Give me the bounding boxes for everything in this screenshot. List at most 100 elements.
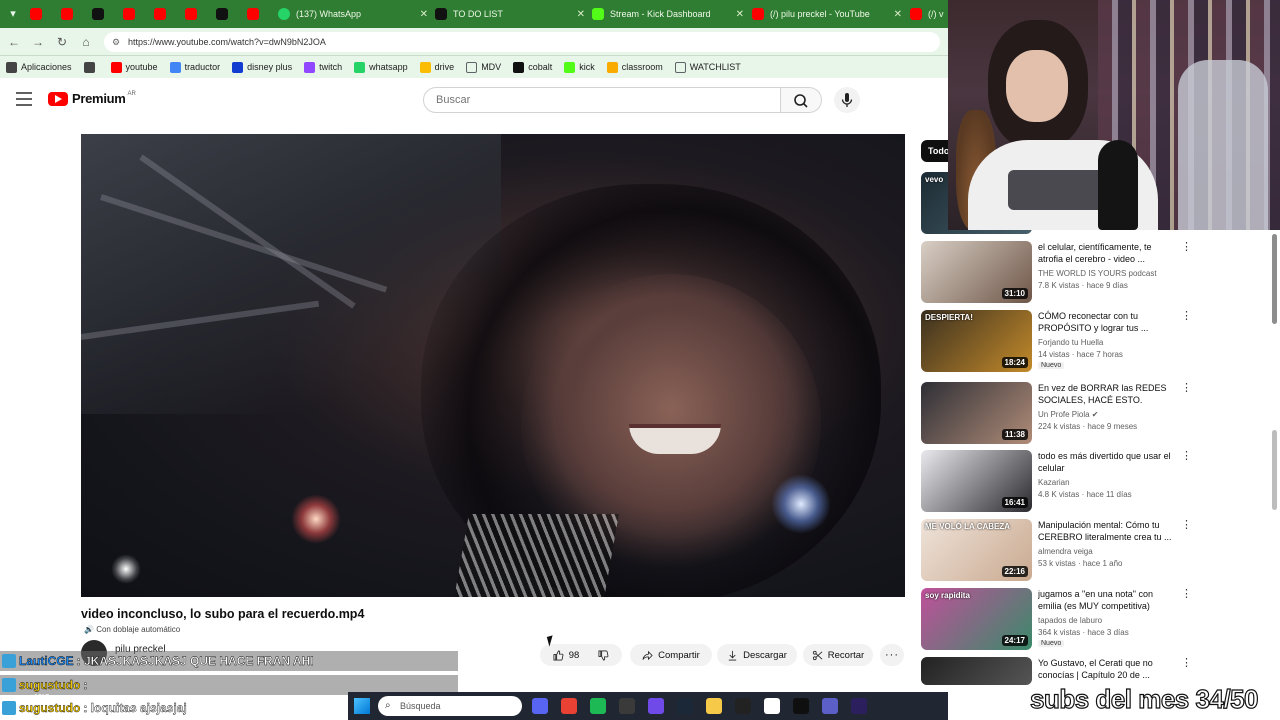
recommended-video[interactable]: ME VOLÓ LA CABEZA 22:16 Manipulación menta… [921, 519, 1192, 581]
youtube-premium-logo[interactable]: Premium AR [48, 91, 136, 106]
more-actions-button[interactable]: ··· [880, 644, 904, 666]
recommended-video[interactable]: soy rapidita 24:17 jugamos a "en una nota"… [921, 588, 1192, 650]
site-info-icon[interactable]: ⚙ [112, 32, 120, 52]
browser-tab[interactable] [92, 4, 120, 24]
bookmark-item[interactable]: Aplicaciones [6, 61, 72, 73]
recommended-title[interactable]: Manipulación mental: Cómo tu CEREBRO lit… [1038, 519, 1178, 543]
page-scrollbar[interactable] [1272, 234, 1277, 324]
recommended-title[interactable]: En vez de BORRAR las REDES SOCIALES, HAC… [1038, 382, 1178, 406]
more-vertical-icon[interactable]: ⋮ [1181, 588, 1192, 600]
browser-tab[interactable]: Stream - Kick Dashboard ✕ [592, 4, 744, 24]
bookmark-item[interactable] [83, 61, 99, 73]
dislike-button[interactable] [598, 650, 609, 661]
more-vertical-icon[interactable]: ⋮ [1181, 519, 1192, 531]
recommended-title[interactable]: Yo Gustavo, el Cerati que no conocías | … [1038, 657, 1178, 681]
app-icon[interactable] [735, 698, 751, 714]
recommended-title[interactable]: el celular, científicamente, te atrofia … [1038, 241, 1178, 265]
recommended-title[interactable]: jugamos a "en una nota" con emilia (es M… [1038, 588, 1178, 612]
browser-tab[interactable] [185, 4, 213, 24]
bookmark-item[interactable]: WATCHLIST [674, 61, 741, 73]
video-thumbnail[interactable]: soy rapidita 24:17 [921, 588, 1032, 650]
reload-icon[interactable]: ↻ [54, 34, 70, 50]
video-thumbnail[interactable]: 11:38 [921, 382, 1032, 444]
url-field[interactable]: ⚙ https://www.youtube.com/watch?v=dwN9bN… [104, 32, 940, 52]
browser-tab[interactable] [123, 4, 151, 24]
recommended-channel[interactable]: tapados de laburo [1038, 616, 1102, 625]
recommended-channel[interactable]: almendra veiga [1038, 547, 1093, 556]
close-tab-icon[interactable]: ✕ [894, 9, 902, 20]
recommended-channel[interactable]: Kazarian [1038, 478, 1070, 487]
bookmark-item[interactable]: whatsapp [354, 61, 408, 73]
video-thumbnail[interactable]: ME VOLÓ LA CABEZA 22:16 [921, 519, 1032, 581]
back-icon[interactable]: ← [6, 34, 22, 50]
recommended-video[interactable]: 16:41 todo es más divertido que usar el c… [921, 450, 1192, 512]
like-button[interactable]: 98 [553, 650, 579, 661]
streamlabs-icon[interactable] [648, 698, 664, 714]
browser-tab[interactable] [30, 4, 58, 24]
video-thumbnail[interactable] [921, 657, 1032, 685]
search-button[interactable] [781, 87, 822, 113]
recommended-video[interactable]: DESPIERTA! 18:24 CÓMO reconectar con tu PR… [921, 310, 1192, 372]
video-thumbnail[interactable]: 16:41 [921, 450, 1032, 512]
weather-widget[interactable]: 12°C [0, 692, 120, 720]
spotify-icon[interactable] [590, 698, 606, 714]
file-explorer-icon[interactable] [706, 698, 722, 714]
chrome-icon[interactable] [561, 698, 577, 714]
more-vertical-icon[interactable]: ⋮ [1181, 241, 1192, 253]
discord-icon[interactable] [532, 698, 548, 714]
recommended-channel[interactable]: Forjando tu Huella [1038, 338, 1103, 347]
more-vertical-icon[interactable]: ⋮ [1181, 450, 1192, 462]
bookmark-item[interactable]: kick [564, 61, 595, 73]
share-button[interactable]: Compartir [630, 644, 712, 666]
recommended-channel[interactable]: Un Profe Piola ✔ [1038, 410, 1099, 419]
taskbar-search[interactable]: ⌕ Búsqueda [378, 696, 522, 716]
more-vertical-icon[interactable]: ⋮ [1181, 657, 1192, 669]
browser-tab[interactable]: (/) v [910, 4, 948, 24]
browser-tab[interactable] [154, 4, 182, 24]
premiere-icon[interactable] [851, 698, 867, 714]
browser-tab[interactable] [61, 4, 89, 24]
recommended-channel[interactable]: THE WORLD IS YOURS podcast [1038, 269, 1157, 278]
bookmark-item[interactable]: traductor [169, 61, 220, 73]
home-icon[interactable]: ⌂ [78, 34, 94, 50]
recommended-video[interactable]: 31:10 el celular, científicamente, te atr… [921, 241, 1192, 303]
clip-button[interactable]: Recortar [803, 644, 873, 666]
forward-icon[interactable]: → [30, 34, 46, 50]
voice-search-button[interactable] [834, 87, 860, 113]
recommended-title[interactable]: todo es más divertido que usar el celula… [1038, 450, 1178, 474]
close-tab-icon[interactable]: ✕ [736, 9, 744, 20]
close-tab-icon[interactable]: ✕ [420, 9, 428, 20]
download-button[interactable]: Descargar [717, 644, 797, 666]
tab-search-icon[interactable]: ▾ [4, 5, 22, 23]
windows-start-button[interactable] [354, 698, 370, 714]
bookmark-item[interactable]: youtube [110, 61, 158, 73]
bookmark-item[interactable]: cobalt [513, 61, 552, 73]
bookmark-item[interactable]: drive [419, 61, 454, 73]
bookmark-item[interactable]: MDV [466, 61, 501, 73]
menu-icon[interactable] [16, 92, 32, 106]
close-tab-icon[interactable]: ✕ [577, 9, 585, 20]
more-vertical-icon[interactable]: ⋮ [1181, 310, 1192, 322]
browser-tab[interactable] [247, 4, 275, 24]
recommended-video[interactable]: vevo [921, 172, 1032, 234]
search-input[interactable]: Buscar [423, 87, 781, 113]
bookmark-item[interactable]: twitch [304, 61, 342, 73]
browser-tab[interactable]: (/) pilu preckel - YouTube ✕ [752, 4, 902, 24]
steam-icon[interactable] [677, 698, 693, 714]
chatgpt-icon[interactable] [793, 698, 809, 714]
browser-tab[interactable]: TO DO LIST ✕ [435, 4, 585, 24]
video-thumbnail[interactable]: DESPIERTA! 18:24 [921, 310, 1032, 372]
video-player[interactable] [81, 134, 905, 597]
sidebar-scrollbar[interactable] [1272, 430, 1277, 510]
bookmark-item[interactable]: disney plus [232, 61, 292, 73]
teams-icon[interactable] [822, 698, 838, 714]
more-vertical-icon[interactable]: ⋮ [1181, 382, 1192, 394]
video-thumbnail[interactable]: 31:10 [921, 241, 1032, 303]
bookmark-item[interactable]: classroom [606, 61, 663, 73]
filter-chip-all[interactable]: Todo [921, 140, 951, 162]
obs-icon[interactable] [619, 698, 635, 714]
notion-icon[interactable] [764, 698, 780, 714]
browser-tab[interactable]: (137) WhatsApp ✕ [278, 4, 428, 24]
recommended-video[interactable]: 11:38 En vez de BORRAR las REDES SOCIALES… [921, 382, 1192, 444]
browser-tab[interactable] [216, 4, 244, 24]
